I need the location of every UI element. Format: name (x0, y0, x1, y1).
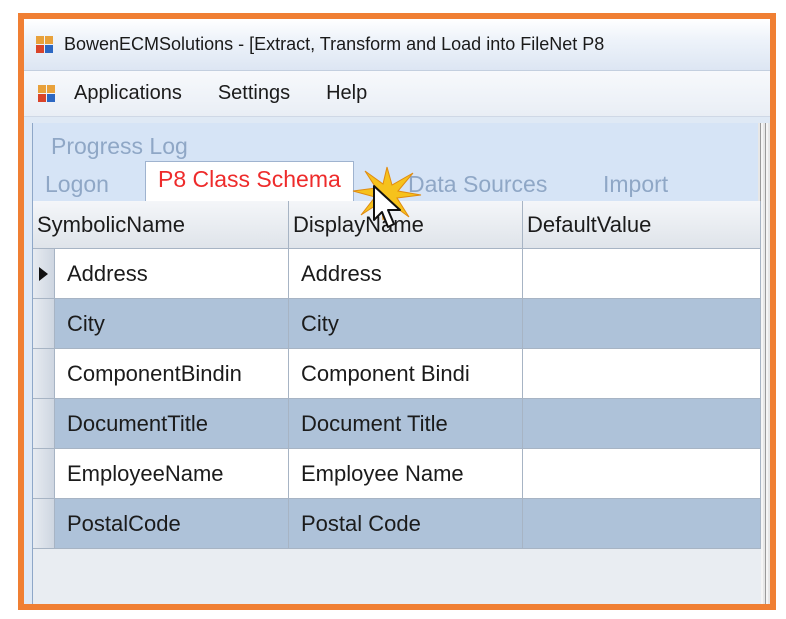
cell-symbolicname[interactable]: Address (55, 249, 289, 299)
cell-symbolicname[interactable]: City (55, 299, 289, 349)
cell-displayname[interactable]: Document Title (289, 399, 523, 449)
menu-applications[interactable]: Applications (74, 82, 182, 105)
tab-import[interactable]: Import (603, 171, 668, 198)
row-selector-arrow-icon (39, 267, 48, 281)
table-row[interactable]: DocumentTitle Document Title (33, 399, 761, 449)
tab-progress-log[interactable]: Progress Log (51, 133, 188, 160)
column-header-symbolicname[interactable]: SymbolicName (33, 201, 289, 249)
tab-control: Progress Log Logon P8 Class Schema Data … (32, 123, 770, 604)
cell-displayname[interactable]: Employee Name (289, 449, 523, 499)
cell-displayname[interactable]: City (289, 299, 523, 349)
app-window: BowenECMSolutions - [Extract, Transform … (18, 13, 776, 610)
cell-displayname[interactable]: Component Bindi (289, 349, 523, 399)
cell-defaultvalue[interactable] (523, 399, 761, 449)
table-row[interactable]: EmployeeName Employee Name (33, 449, 761, 499)
title-bar: BowenECMSolutions - [Extract, Transform … (24, 19, 770, 71)
tab-p8-class-schema[interactable]: P8 Class Schema (145, 161, 354, 201)
cell-defaultvalue[interactable] (523, 249, 761, 299)
app-menu-icon[interactable] (38, 84, 56, 103)
cell-displayname[interactable]: Address (289, 249, 523, 299)
mouse-cursor-icon (373, 185, 401, 228)
cell-symbolicname[interactable]: ComponentBindin (55, 349, 289, 399)
window-title: BowenECMSolutions - [Extract, Transform … (64, 34, 605, 54)
tab-data-sources[interactable]: Data Sources (408, 171, 547, 198)
row-selector[interactable] (33, 349, 55, 399)
cell-defaultvalue[interactable] (523, 449, 761, 499)
tab-logon[interactable]: Logon (45, 171, 109, 198)
class-schema-grid[interactable]: SymbolicName DisplayName DefaultValue Ad… (33, 201, 761, 604)
cell-defaultvalue[interactable] (523, 299, 761, 349)
app-icon (36, 35, 54, 54)
cell-symbolicname[interactable]: PostalCode (55, 499, 289, 549)
menu-settings[interactable]: Settings (218, 82, 290, 105)
table-row[interactable]: PostalCode Postal Code (33, 499, 761, 549)
row-selector[interactable] (33, 499, 55, 549)
cell-defaultvalue[interactable] (523, 499, 761, 549)
row-selector[interactable] (33, 399, 55, 449)
cell-defaultvalue[interactable] (523, 349, 761, 399)
column-header-defaultvalue[interactable]: DefaultValue (523, 201, 761, 249)
cell-symbolicname[interactable]: DocumentTitle (55, 399, 289, 449)
row-selector[interactable] (33, 299, 55, 349)
menu-help[interactable]: Help (326, 82, 367, 105)
table-row[interactable]: City City (33, 299, 761, 349)
cell-symbolicname[interactable]: EmployeeName (55, 449, 289, 499)
row-selector[interactable] (33, 249, 55, 299)
table-row[interactable]: Address Address (33, 249, 761, 299)
table-row[interactable]: ComponentBindin Component Bindi (33, 349, 761, 399)
cell-displayname[interactable]: Postal Code (289, 499, 523, 549)
row-selector[interactable] (33, 449, 55, 499)
menu-bar: Applications Settings Help (24, 71, 770, 117)
